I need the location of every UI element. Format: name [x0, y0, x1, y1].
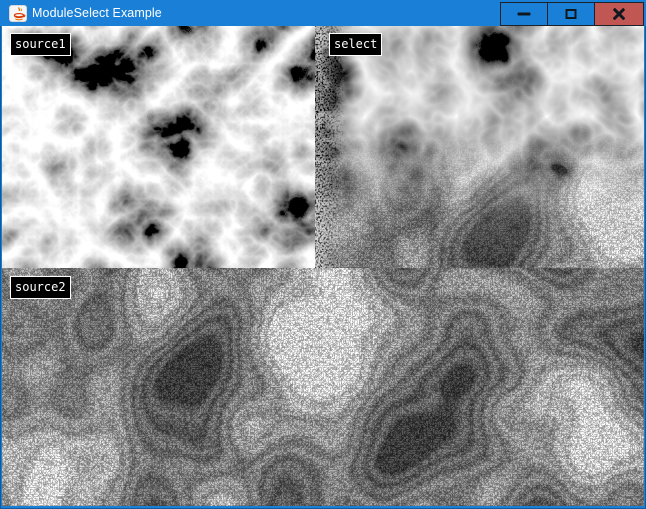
maximize-button[interactable]	[547, 2, 595, 26]
maximize-icon	[566, 9, 577, 19]
source1-noise-image	[2, 26, 315, 268]
select-source2-blend-image	[310, 130, 644, 268]
java-coffee-cup-icon[interactable]	[9, 5, 27, 22]
noise-render-canvas	[2, 26, 644, 506]
source2-label: source2	[10, 276, 71, 299]
titlebar[interactable]: ModuleSelect Example	[0, 0, 646, 26]
source1-label: source1	[10, 33, 71, 56]
select-label: select	[329, 33, 382, 56]
minimize-button[interactable]	[500, 2, 548, 26]
selection-dither-boundary	[315, 26, 347, 268]
app-window: ModuleSelect Example	[0, 0, 646, 509]
window-title: ModuleSelect Example	[32, 0, 162, 26]
close-button[interactable]	[594, 2, 644, 26]
close-icon	[612, 7, 627, 22]
minimize-icon	[518, 13, 531, 16]
source2-noise-image	[2, 268, 644, 506]
